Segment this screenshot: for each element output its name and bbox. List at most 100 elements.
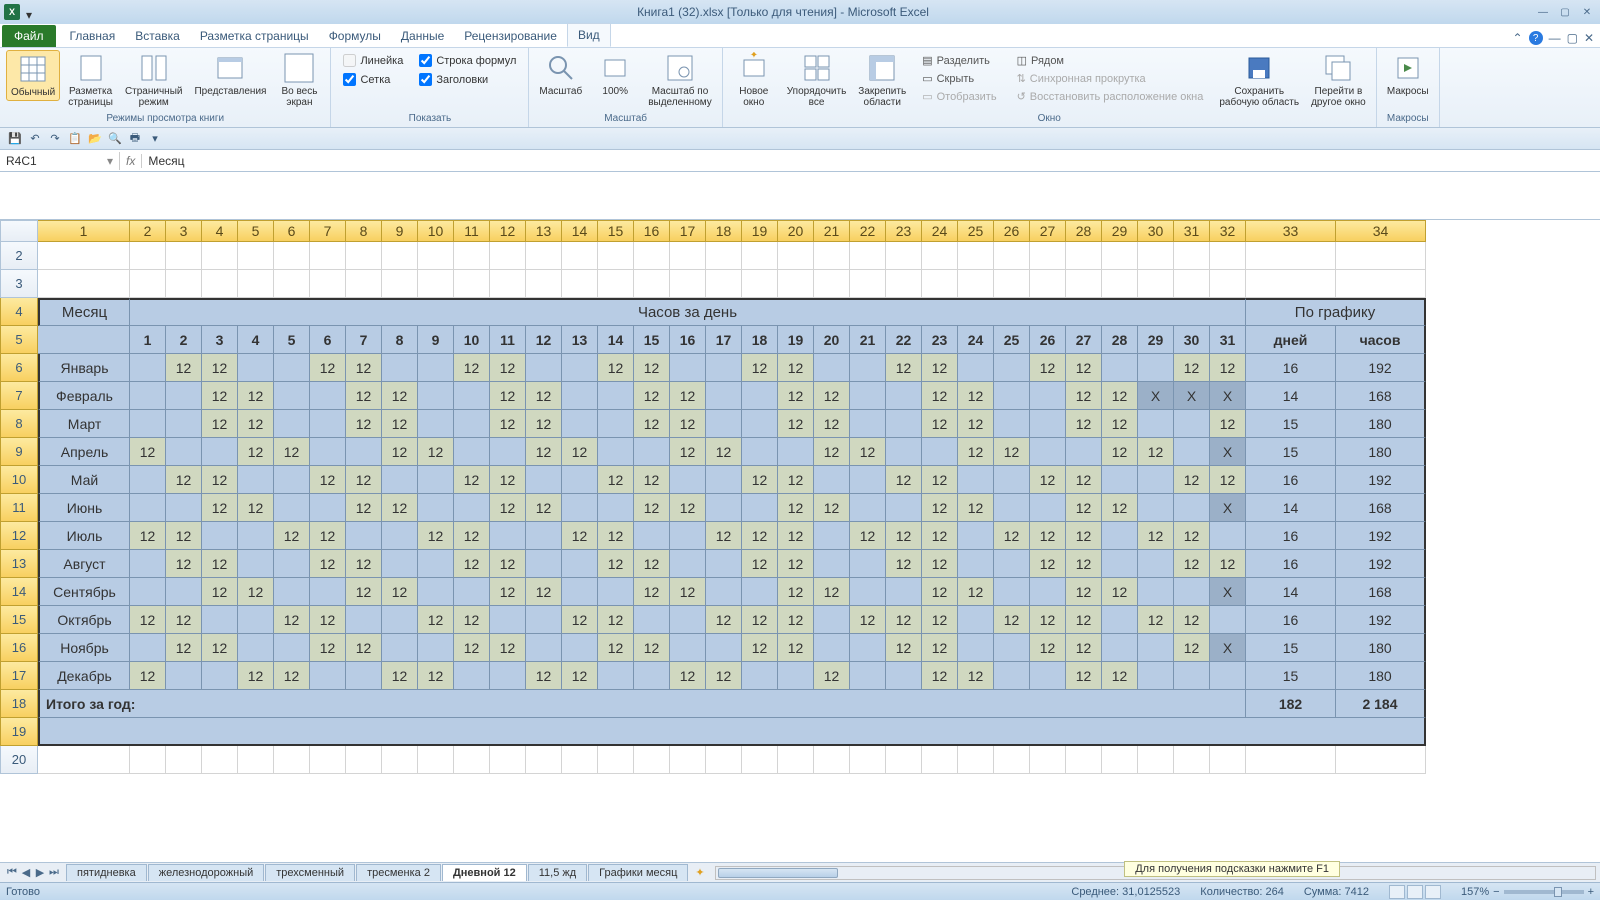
table-cell[interactable]: 12 <box>526 494 562 522</box>
cell[interactable] <box>310 242 346 270</box>
cell[interactable] <box>1066 242 1102 270</box>
row-header[interactable]: 8 <box>0 410 38 438</box>
table-cell[interactable] <box>38 326 130 354</box>
table-cell[interactable] <box>454 382 490 410</box>
table-cell[interactable]: 12 <box>202 494 238 522</box>
table-cell[interactable] <box>850 354 886 382</box>
undo-icon[interactable]: ↶ <box>26 130 44 148</box>
table-cell[interactable] <box>1210 522 1246 550</box>
cell[interactable] <box>1336 270 1426 298</box>
table-cell[interactable] <box>850 382 886 410</box>
table-cell[interactable]: 12 <box>922 606 958 634</box>
cell[interactable] <box>958 270 994 298</box>
table-cell[interactable] <box>994 382 1030 410</box>
table-cell[interactable] <box>526 606 562 634</box>
col-header[interactable]: 2 <box>130 220 166 242</box>
cell[interactable] <box>274 242 310 270</box>
cell[interactable] <box>1174 242 1210 270</box>
row-header[interactable]: 9 <box>0 438 38 466</box>
cell[interactable] <box>238 242 274 270</box>
col-header[interactable]: 1 <box>38 220 130 242</box>
table-cell[interactable]: 12 <box>1030 522 1066 550</box>
cell[interactable] <box>130 270 166 298</box>
table-cell[interactable]: 12 <box>202 634 238 662</box>
cell[interactable] <box>706 242 742 270</box>
window-minimize-icon[interactable]: — <box>1549 31 1561 45</box>
table-cell[interactable]: 12 <box>634 466 670 494</box>
table-cell[interactable] <box>274 578 310 606</box>
table-cell[interactable]: 24 <box>958 326 994 354</box>
table-cell[interactable] <box>418 354 454 382</box>
table-cell[interactable] <box>490 522 526 550</box>
table-cell[interactable] <box>850 578 886 606</box>
cell[interactable] <box>1246 242 1336 270</box>
table-cell[interactable] <box>274 634 310 662</box>
table-cell[interactable] <box>994 662 1030 690</box>
table-cell[interactable]: 12 <box>1066 354 1102 382</box>
sheet-last-icon[interactable]: ⏭ <box>48 866 60 879</box>
view-normal-icon[interactable] <box>1389 885 1405 899</box>
table-cell[interactable]: 12 <box>922 494 958 522</box>
table-cell[interactable] <box>562 354 598 382</box>
table-cell[interactable] <box>274 494 310 522</box>
table-cell[interactable] <box>310 438 346 466</box>
table-cell[interactable] <box>346 662 382 690</box>
table-cell[interactable] <box>742 578 778 606</box>
table-cell[interactable]: 12 <box>634 410 670 438</box>
table-cell[interactable] <box>490 606 526 634</box>
table-cell[interactable] <box>166 662 202 690</box>
cell[interactable] <box>634 746 670 774</box>
table-cell[interactable]: 168 <box>1336 494 1426 522</box>
cell[interactable] <box>1138 746 1174 774</box>
cell[interactable] <box>418 746 454 774</box>
table-cell[interactable]: 12 <box>346 494 382 522</box>
table-cell[interactable]: 12 <box>922 550 958 578</box>
cell[interactable] <box>742 242 778 270</box>
table-cell[interactable]: 12 <box>850 522 886 550</box>
table-cell[interactable] <box>382 634 418 662</box>
cell[interactable] <box>274 746 310 774</box>
table-cell[interactable]: 12 <box>1174 466 1210 494</box>
table-cell[interactable] <box>166 410 202 438</box>
row-header[interactable]: 17 <box>0 662 38 690</box>
table-cell[interactable] <box>310 410 346 438</box>
table-cell[interactable] <box>670 634 706 662</box>
table-cell[interactable]: 12 <box>598 522 634 550</box>
formula-input[interactable]: Месяц <box>142 152 1600 170</box>
table-cell[interactable]: 12 <box>382 438 418 466</box>
table-cell[interactable] <box>994 354 1030 382</box>
table-cell[interactable]: 12 <box>418 438 454 466</box>
table-cell[interactable] <box>742 662 778 690</box>
table-cell[interactable] <box>850 410 886 438</box>
table-cell[interactable] <box>418 550 454 578</box>
col-header[interactable]: 19 <box>742 220 778 242</box>
close-all-icon[interactable]: ✕ <box>1578 5 1596 19</box>
table-cell[interactable]: X <box>1210 438 1246 466</box>
cell[interactable] <box>1174 746 1210 774</box>
cell[interactable] <box>346 270 382 298</box>
table-cell[interactable]: 12 <box>490 466 526 494</box>
table-cell[interactable] <box>274 410 310 438</box>
table-cell[interactable]: 15 <box>1246 438 1336 466</box>
table-cell[interactable] <box>598 578 634 606</box>
tab-insert[interactable]: Вставка <box>125 25 190 47</box>
cell[interactable] <box>1336 242 1426 270</box>
new-window-button[interactable]: ✦ Новое окно <box>729 50 779 110</box>
table-cell[interactable]: 12 <box>1102 578 1138 606</box>
table-cell[interactable]: 12 <box>526 578 562 606</box>
cell[interactable] <box>454 270 490 298</box>
cell[interactable] <box>166 242 202 270</box>
cell[interactable] <box>670 270 706 298</box>
sheet-first-icon[interactable]: ⏮ <box>6 866 18 879</box>
table-cell[interactable] <box>994 578 1030 606</box>
table-cell[interactable]: 12 <box>742 634 778 662</box>
cell[interactable] <box>706 270 742 298</box>
col-header[interactable]: 31 <box>1174 220 1210 242</box>
table-cell[interactable]: 12 <box>166 606 202 634</box>
print-icon[interactable]: 🖶 <box>126 130 144 148</box>
table-cell[interactable]: 12 <box>670 410 706 438</box>
view-pagelayout-button[interactable]: Разметка страницы <box>64 50 117 110</box>
table-cell[interactable]: 12 <box>634 634 670 662</box>
cell[interactable] <box>1066 746 1102 774</box>
table-cell[interactable]: Февраль <box>38 382 130 410</box>
